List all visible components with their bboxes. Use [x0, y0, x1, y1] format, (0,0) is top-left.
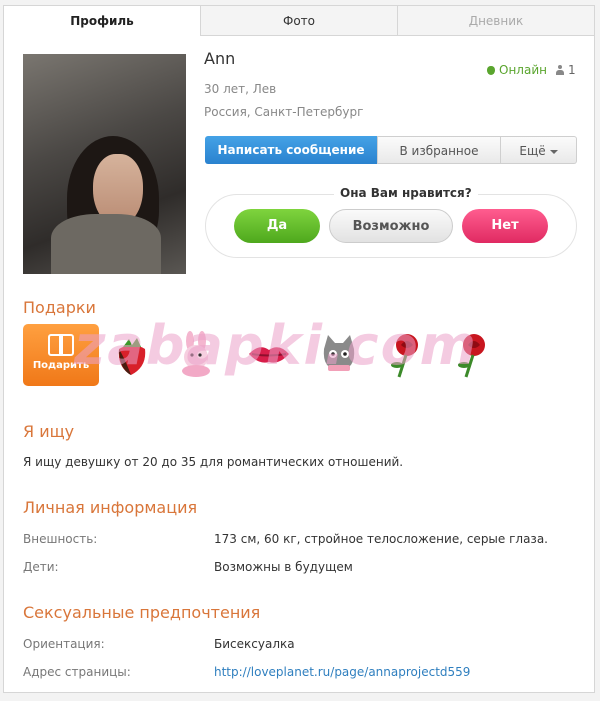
tab-bar: Профиль Фото Дневник — [4, 6, 594, 36]
person-icon — [556, 65, 564, 75]
profile-location: Россия, Санкт-Петербург — [204, 105, 364, 119]
seeking-text: Я ищу девушку от 20 до 35 для романтичес… — [23, 455, 404, 469]
write-message-button[interactable]: Написать сообщение — [205, 136, 377, 164]
like-question: Она Вам нравится? — [334, 186, 478, 200]
page-address-link[interactable]: http://loveplanet.ru/page/annaprojectd55… — [214, 665, 470, 679]
action-buttons: Написать сообщение В избранное Ещё — [205, 136, 577, 164]
like-yes-button[interactable]: Да — [234, 209, 320, 243]
children-value: Возможны в будущем — [214, 560, 353, 574]
gift-icon — [48, 334, 74, 356]
profile-panel: Профиль Фото Дневник Ann 30 лет, Лев Рос… — [3, 5, 595, 693]
tab-photo[interactable]: Фото — [200, 6, 397, 36]
like-no-button[interactable]: Нет — [462, 209, 548, 243]
orientation-label: Ориентация: — [23, 637, 105, 651]
sexual-preferences-title: Сексуальные предпочтения — [23, 603, 261, 622]
photo-scarf — [51, 214, 161, 274]
like-maybe-button[interactable]: Возможно — [329, 209, 453, 243]
profile-photo[interactable] — [23, 54, 186, 274]
visitor-count-value: 1 — [568, 63, 576, 77]
orientation-value: Бисексуалка — [214, 637, 295, 651]
appearance-label: Внешность: — [23, 532, 98, 546]
add-favorite-button[interactable]: В избранное — [377, 136, 501, 164]
tab-profile[interactable]: Профиль — [4, 6, 200, 36]
visitor-count[interactable]: 1 — [556, 63, 576, 77]
seeking-title: Я ищу — [23, 422, 75, 441]
more-label: Ещё — [519, 144, 546, 158]
watermark: zabapki.com — [74, 314, 478, 377]
tab-diary[interactable]: Дневник — [397, 6, 594, 36]
apple-icon — [487, 65, 495, 75]
page-address-label: Адрес страницы: — [23, 665, 131, 679]
children-label: Дети: — [23, 560, 59, 574]
online-status: Онлайн — [487, 63, 547, 77]
profile-name: Ann — [204, 49, 236, 68]
more-dropdown-button[interactable]: Ещё — [501, 136, 577, 164]
online-label: Онлайн — [499, 63, 547, 77]
appearance-value: 173 см, 60 кг, стройное телосложение, се… — [214, 532, 548, 546]
profile-age-sign: 30 лет, Лев — [204, 82, 277, 96]
chevron-down-icon — [549, 149, 558, 154]
personal-info-title: Личная информация — [23, 498, 198, 517]
